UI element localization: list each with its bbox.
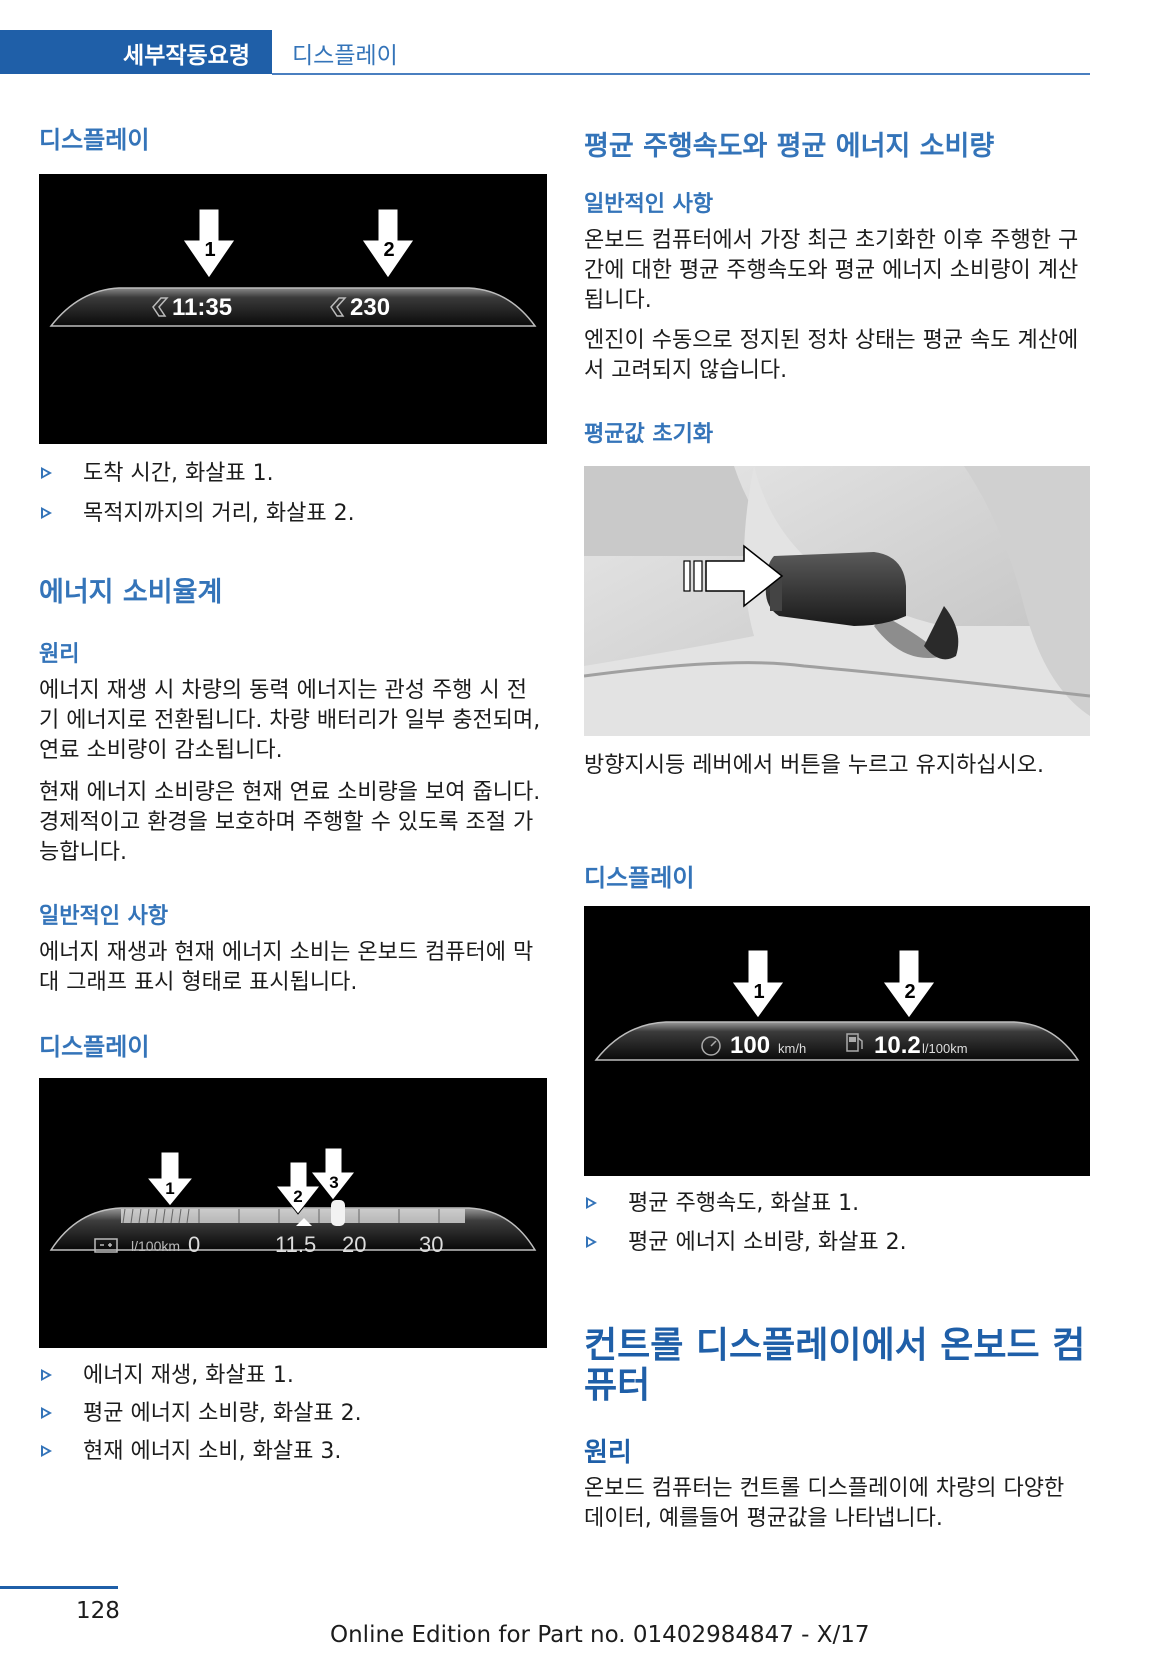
turn-signal-lever [765,552,906,626]
arrow-3: 3 [309,1147,357,1201]
heading-control-display-computer: 컨트롤 디스플레이에서 온보드 컴퓨터 [584,1325,1086,1406]
unit-label: l/100km [131,1238,180,1254]
svg-text:1: 1 [753,981,764,1003]
speed-unit: km/h [778,1041,806,1056]
footer-rule [0,1586,118,1589]
figure-energy-bar: 1 2 3 l/100km 0 11.5 20 30 [39,1078,547,1348]
paragraph-general: 에너지 재생과 현재 에너지 소비는 온보드 컴퓨터에 막대 그래프 표시 형태… [39,940,534,995]
tick-label: 20 [342,1232,366,1257]
heading-principle: 원리 [584,1438,632,1468]
tick-label: 0 [188,1232,200,1257]
arrow-2: 2 [361,208,415,279]
paragraph-reset: 방향지시등 레버에서 버튼을 누르고 유지하십시오. [584,753,1045,778]
svg-text:2: 2 [383,239,394,261]
triangle-bullet-icon [41,1407,52,1419]
chapter-title: 세부작동요령 [123,43,250,69]
triangle-bullet-icon [41,507,52,519]
page-number: 128 [76,1598,120,1624]
average-value: 11.5 [275,1232,316,1257]
heading-energy-meter: 에너지 소비율계 [39,577,223,608]
paragraph-general-1: 온보드 컴퓨터에서 가장 최근 초기화한 이후 주행한 구간에 대한 평균 주행… [584,228,1079,313]
triangle-bullet-icon [586,1197,597,1209]
heading-display: 디스플레이 [584,864,695,892]
paragraph-principle-2: 현재 에너지 소비량은 현재 연료 소비량을 보여 줍니다. 경제적이고 환경을… [39,780,541,865]
heading-general: 일반적인 사항 [39,904,169,929]
heading-display-2: 디스플레이 [39,1033,150,1061]
tick-label: 30 [419,1232,443,1257]
svg-text:3: 3 [329,1173,338,1192]
average-speed-value: 100 [730,1032,770,1059]
average-consumption-value: 10.2 [874,1032,921,1059]
paragraph-general-2: 엔진이 수동으로 정지된 정차 상태는 평균 속도 계산에서 고려되지 않습니다… [584,328,1079,383]
figure-turn-signal-lever [584,466,1090,736]
heading-principle: 원리 [39,642,80,667]
chapter-tab: 세부작동요령 [0,30,272,74]
paragraph-principle: 온보드 컴퓨터는 컨트롤 디스플레이에 차량의 다양한 데이터, 예를들어 평균… [584,1476,1065,1531]
consumption-unit: l/100km [922,1041,968,1056]
arrival-time: 11:35 [172,294,232,321]
triangle-bullet-icon [41,1445,52,1457]
heading-average: 평균 주행속도와 평균 에너지 소비량 [584,131,995,162]
distance-value: 230 [350,294,390,321]
arrow-2: 2 [274,1161,322,1215]
triangle-bullet-icon [41,1369,52,1381]
svg-text:1: 1 [165,1179,174,1198]
section-title: 디스플레이 [292,43,398,69]
svg-text:2: 2 [904,981,915,1003]
svg-text:1: 1 [204,239,215,261]
figure-arrival-distance: 1 2 11:35 230 [39,174,547,444]
arrow-1: 1 [182,208,236,279]
triangle-bullet-icon [586,1236,597,1248]
paragraph-principle-1: 에너지 재생 시 차량의 동력 에너지는 관성 주행 시 전기 에너지로 전환됩… [39,678,541,763]
heading-reset: 평균값 초기화 [584,422,714,447]
arrow-2: 2 [882,949,936,1019]
triangle-bullet-icon [41,467,52,479]
edition-note: Online Edition for Part no. 01402984847 … [330,1622,870,1648]
arrow-1: 1 [731,949,785,1019]
current-consumption-needle [331,1200,345,1226]
svg-text:2: 2 [293,1187,302,1206]
heading-display-1: 디스플레이 [39,126,150,154]
figure-average-speed-consumption: 1 2 100 km/h 10.2 l/100km [584,906,1090,1176]
heading-general: 일반적인 사항 [584,192,714,217]
arrow-1: 1 [145,1151,195,1207]
header-rule [272,73,1090,75]
